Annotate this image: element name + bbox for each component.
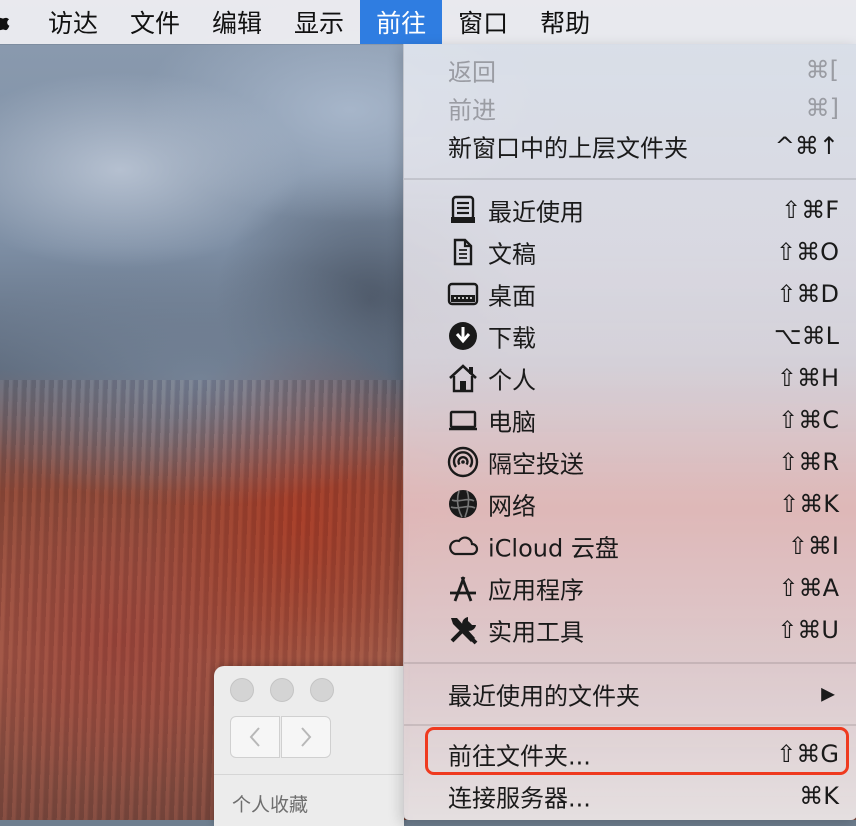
menu-item-shortcut: ^⌘↑ bbox=[774, 132, 839, 160]
recents-icon bbox=[446, 193, 480, 227]
menu-item-shortcut: ⇧⌘U bbox=[777, 616, 839, 644]
menu-item-label: 文稿 bbox=[488, 240, 536, 269]
menu-item-home[interactable]: 个人 ⇧⌘H bbox=[404, 358, 856, 398]
menu-edit[interactable]: 编辑 bbox=[196, 0, 278, 44]
computer-icon bbox=[446, 403, 480, 437]
menu-item-airdrop[interactable]: 隔空投送 ⇧⌘R bbox=[404, 442, 856, 482]
menu-item-shortcut: ⇧⌘A bbox=[778, 574, 839, 602]
menu-item-shortcut: ⇧⌘H bbox=[776, 364, 839, 392]
menu-item-label: 前往文件夹... bbox=[448, 742, 591, 771]
menu-item-documents[interactable]: 文稿 ⇧⌘O bbox=[404, 232, 856, 272]
menu-item-recent-folders[interactable]: 最近使用的文件夹 ▶ bbox=[404, 674, 856, 714]
menu-separator bbox=[404, 178, 856, 180]
menu-item-shortcut: ⌥⌘L bbox=[773, 322, 839, 350]
menu-item-network[interactable]: 网络 ⇧⌘K bbox=[404, 484, 856, 524]
menu-help[interactable]: 帮助 bbox=[524, 0, 606, 44]
menu-item-shortcut: ⇧⌘K bbox=[779, 490, 839, 518]
menu-item-forward[interactable]: 前进 ⌘] bbox=[404, 88, 856, 128]
menu-bar: 访达 文件 编辑 显示 前往 窗口 帮助 bbox=[0, 0, 856, 44]
menu-finder[interactable]: 访达 bbox=[32, 0, 114, 44]
menu-item-computer[interactable]: 电脑 ⇧⌘C bbox=[404, 400, 856, 440]
menu-item-label: 电脑 bbox=[488, 408, 536, 437]
menu-item-shortcut: ⇧⌘F bbox=[781, 196, 839, 224]
desktop-icon bbox=[446, 277, 480, 311]
menu-item-shortcut: ⇧⌘C bbox=[778, 406, 839, 434]
apple-logo-glyph bbox=[0, 17, 10, 31]
finder-window: 个人收藏 bbox=[214, 666, 404, 826]
menu-item-label: iCloud 云盘 bbox=[488, 534, 619, 563]
menu-item-shortcut: ⇧⌘O bbox=[776, 238, 839, 266]
menu-item-applications[interactable]: 应用程序 ⇧⌘A bbox=[404, 568, 856, 608]
menu-item-shortcut: ⇧⌘R bbox=[778, 448, 839, 476]
zoom-window-button[interactable] bbox=[310, 678, 334, 702]
menu-item-shortcut: ⌘] bbox=[805, 94, 839, 122]
close-window-button[interactable] bbox=[230, 678, 254, 702]
menu-item-icloud-drive[interactable]: iCloud 云盘 ⇧⌘I bbox=[404, 526, 856, 566]
menu-separator bbox=[404, 724, 856, 726]
chevron-left-icon bbox=[249, 727, 260, 747]
airdrop-icon bbox=[446, 445, 480, 479]
menu-item-go-to-folder[interactable]: 前往文件夹... ⇧⌘G bbox=[404, 734, 856, 774]
menu-item-label: 应用程序 bbox=[488, 576, 584, 605]
home-icon bbox=[446, 361, 480, 395]
menu-item-shortcut: ⇧⌘I bbox=[787, 532, 839, 560]
applications-icon bbox=[446, 571, 480, 605]
menu-item-label: 最近使用的文件夹 bbox=[448, 682, 640, 711]
menu-item-utilities[interactable]: 实用工具 ⇧⌘U bbox=[404, 610, 856, 650]
menu-item-label: 下载 bbox=[488, 324, 536, 353]
menu-window[interactable]: 窗口 bbox=[442, 0, 524, 44]
minimize-window-button[interactable] bbox=[270, 678, 294, 702]
forward-button[interactable] bbox=[281, 716, 331, 758]
menu-file[interactable]: 文件 bbox=[114, 0, 196, 44]
menu-item-label: 实用工具 bbox=[488, 618, 584, 647]
menu-item-shortcut: ⇧⌘D bbox=[776, 280, 839, 308]
menu-separator bbox=[404, 662, 856, 664]
toolbar-divider bbox=[214, 774, 404, 775]
menu-item-shortcut: ⌘K bbox=[799, 782, 839, 810]
menu-item-enclosing-folder-new-window[interactable]: 新窗口中的上层文件夹 ^⌘↑ bbox=[404, 126, 856, 166]
go-menu-dropdown: 返回 ⌘[ 前进 ⌘] 新窗口中的上层文件夹 ^⌘↑ 最近使用 ⇧⌘F 文稿 ⇧… bbox=[403, 44, 856, 820]
menu-item-label: 隔空投送 bbox=[488, 450, 584, 479]
network-icon bbox=[446, 487, 480, 521]
menu-item-desktop[interactable]: 桌面 ⇧⌘D bbox=[404, 274, 856, 314]
menu-item-downloads[interactable]: 下载 ⌥⌘L bbox=[404, 316, 856, 356]
menu-item-label: 最近使用 bbox=[488, 198, 584, 227]
chevron-right-icon bbox=[301, 727, 312, 747]
menu-item-label: 网络 bbox=[488, 492, 536, 521]
documents-icon bbox=[446, 235, 480, 269]
menu-item-shortcut: ⇧⌘G bbox=[776, 740, 839, 768]
sidebar-heading-favorites: 个人收藏 bbox=[232, 794, 309, 816]
menu-item-recents[interactable]: 最近使用 ⇧⌘F bbox=[404, 190, 856, 230]
menu-item-label: 连接服务器... bbox=[448, 784, 591, 813]
menu-item-label: 桌面 bbox=[488, 282, 536, 311]
menu-item-connect-to-server[interactable]: 连接服务器... ⌘K bbox=[404, 776, 856, 816]
utilities-icon bbox=[446, 613, 480, 647]
menu-item-label: 前进 bbox=[448, 96, 496, 125]
menu-item-label: 个人 bbox=[488, 366, 536, 395]
back-button[interactable] bbox=[230, 716, 280, 758]
menu-item-label: 返回 bbox=[448, 58, 496, 87]
downloads-icon bbox=[446, 319, 480, 353]
submenu-arrow-icon: ▶ bbox=[821, 683, 835, 705]
menu-view[interactable]: 显示 bbox=[278, 0, 360, 44]
menu-go[interactable]: 前往 bbox=[360, 0, 443, 44]
menu-item-label: 新窗口中的上层文件夹 bbox=[448, 134, 688, 163]
apple-icon[interactable] bbox=[0, 0, 10, 44]
menu-item-shortcut: ⌘[ bbox=[805, 56, 839, 84]
icloud-icon bbox=[446, 529, 480, 563]
menu-item-back[interactable]: 返回 ⌘[ bbox=[404, 50, 856, 90]
